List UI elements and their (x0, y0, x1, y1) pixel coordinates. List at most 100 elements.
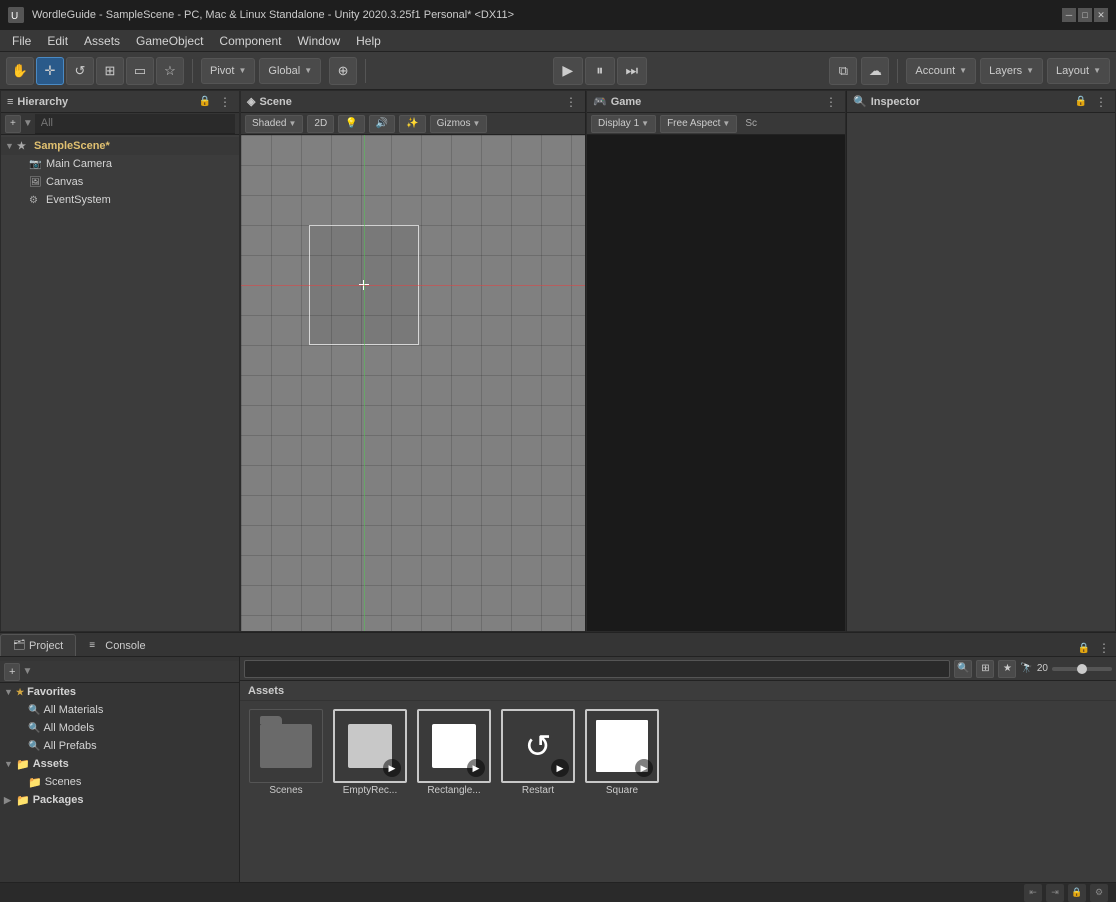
hand-tool-button[interactable]: ✋ (6, 57, 34, 85)
assets-section[interactable]: ▼ 📁 Assets (0, 755, 239, 773)
hierarchy-search-input[interactable] (35, 114, 235, 134)
v-axis-line (364, 135, 365, 631)
window-controls[interactable]: ─ □ ✕ (1062, 8, 1108, 22)
rotate-tool-button[interactable]: ↺ (66, 57, 94, 85)
status-collapse-icon[interactable]: ⇤ (1024, 884, 1042, 902)
multi-tool-button[interactable]: ☆ (156, 57, 184, 85)
snap-button[interactable]: ⊕ (329, 57, 357, 85)
hierarchy-item-eventsystem[interactable]: ⚙ EventSystem (1, 191, 239, 209)
inspector-panel-actions: 🔒 ⋮ (1073, 94, 1109, 110)
account-label: Account (915, 65, 955, 77)
game-icon: 🎮 (593, 95, 607, 108)
menu-gameobject[interactable]: GameObject (128, 32, 211, 50)
scene-game-row: ◈ Scene ⋮ Shaded ▼ 2D 💡 🔊 (240, 90, 846, 632)
project-search-button[interactable]: 🔍 (954, 660, 972, 678)
collab-button[interactable]: ⧉ (829, 57, 857, 85)
hierarchy-add-arrow[interactable]: ▼ (23, 118, 33, 129)
inspector-lock-button[interactable]: 🔒 (1073, 94, 1089, 110)
hierarchy-item-canvas[interactable]: 🖼 Canvas (1, 173, 239, 191)
scale-tool-button[interactable]: ⊞ (96, 57, 124, 85)
emptyrec-play-icon: ▶ (383, 759, 401, 777)
scene-gizmos-button[interactable]: Gizmos ▼ (430, 115, 488, 133)
menu-file[interactable]: File (4, 32, 39, 50)
project-add-button[interactable]: + (4, 663, 20, 681)
close-button[interactable]: ✕ (1094, 8, 1108, 22)
global-dropdown[interactable]: Global ▼ (259, 58, 321, 84)
scene-audio-button[interactable]: 🔊 (369, 115, 395, 133)
title-bar: U WordleGuide - SampleScene - PC, Mac & … (0, 0, 1116, 30)
status-lock-icon[interactable]: 🔒 (1068, 884, 1086, 902)
eventsystem-icon: ⚙ (29, 195, 43, 206)
packages-section[interactable]: ▶ 📁 Packages (0, 791, 239, 809)
scene-title: Scene (259, 96, 291, 108)
scene-view[interactable] (241, 135, 585, 631)
zoom-slider (1052, 667, 1112, 671)
layout-dropdown[interactable]: Layout ▼ (1047, 58, 1110, 84)
project-search-input[interactable] (244, 660, 950, 678)
menu-help[interactable]: Help (348, 32, 389, 50)
aspect-label: Free Aspect (667, 118, 720, 129)
scene-menu-button[interactable]: ⋮ (563, 94, 579, 110)
asset-scenes-folder[interactable]: Scenes (248, 709, 324, 797)
hierarchy-lock-button[interactable]: 🔒 (197, 94, 213, 110)
layout-chevron: ▼ (1093, 66, 1101, 75)
all-prefabs-label: All Prefabs (43, 740, 96, 752)
project-filter-button[interactable]: ⊞ (976, 660, 994, 678)
status-settings-icon[interactable]: ⚙ (1090, 884, 1108, 902)
inspector-menu-button[interactable]: ⋮ (1093, 94, 1109, 110)
project-add-arrow[interactable]: ▼ (22, 666, 32, 677)
favorites-all-prefabs[interactable]: 🔍 All Prefabs (0, 737, 239, 755)
favorites-section[interactable]: ▼ ★ Favorites (0, 683, 239, 701)
game-menu-button[interactable]: ⋮ (823, 94, 839, 110)
project-lock-button[interactable]: 🔒 (1076, 640, 1092, 656)
zoom-slider-track[interactable] (1052, 667, 1112, 671)
2d-button[interactable]: 2D (307, 115, 334, 133)
hierarchy-menu-button[interactable]: ⋮ (217, 94, 233, 110)
asset-square[interactable]: ▶ Square (584, 709, 660, 797)
menu-window[interactable]: Window (289, 32, 348, 50)
project-menu-button[interactable]: ⋮ (1096, 640, 1112, 656)
transform-tools: ✋ ✛ ↺ ⊞ ▭ ☆ (6, 57, 184, 85)
play-button[interactable]: ▶ (553, 57, 583, 85)
account-dropdown[interactable]: Account ▼ (906, 58, 976, 84)
move-tool-button[interactable]: ✛ (36, 57, 64, 85)
shading-mode-dropdown[interactable]: Shaded ▼ (245, 115, 303, 133)
separator-3 (897, 59, 898, 83)
game-view[interactable] (587, 135, 845, 631)
asset-restart[interactable]: ↺ ▶ Restart (500, 709, 576, 797)
account-chevron: ▼ (959, 66, 967, 75)
maximize-button[interactable]: □ (1078, 8, 1092, 22)
pause-button[interactable]: ⏸ (585, 57, 615, 85)
assets-main-label: Assets (240, 681, 1116, 701)
step-button[interactable]: ⏭ (617, 57, 647, 85)
hierarchy-add-button[interactable]: + (5, 115, 21, 133)
minimize-button[interactable]: ─ (1062, 8, 1076, 22)
zoom-slider-thumb[interactable] (1077, 664, 1087, 674)
menu-component[interactable]: Component (211, 32, 289, 50)
project-panel: 🗂 Project ≡ Console 🔒 ⋮ + ▼ ▼ ★ (0, 633, 1116, 882)
sidebar-scenes-folder[interactable]: 📁 Scenes (0, 773, 239, 791)
menu-assets[interactable]: Assets (76, 32, 128, 50)
status-expand-icon[interactable]: ⇥ (1046, 884, 1064, 902)
layers-dropdown[interactable]: Layers ▼ (980, 58, 1043, 84)
scene-fx-button[interactable]: ✨ (399, 115, 425, 133)
project-star-button[interactable]: ★ (998, 660, 1016, 678)
all-models-label: All Models (43, 722, 94, 734)
toolbar: ✋ ✛ ↺ ⊞ ▭ ☆ Pivot ▼ Global ▼ ⊕ ▶ ⏸ ⏭ ⧉ ☁… (0, 52, 1116, 90)
rect-tool-button[interactable]: ▭ (126, 57, 154, 85)
pivot-dropdown[interactable]: Pivot ▼ (201, 58, 255, 84)
hierarchy-content: ▼ ★ SampleScene* 📷 Main Camera 🖼 Canvas … (1, 135, 239, 631)
cloud-button[interactable]: ☁ (861, 57, 889, 85)
hierarchy-item-main-camera[interactable]: 📷 Main Camera (1, 155, 239, 173)
tab-console[interactable]: ≡ Console (76, 634, 158, 656)
aspect-dropdown[interactable]: Free Aspect ▼ (660, 115, 737, 133)
tab-project[interactable]: 🗂 Project (0, 634, 76, 656)
menu-edit[interactable]: Edit (39, 32, 76, 50)
display-dropdown[interactable]: Display 1 ▼ (591, 115, 656, 133)
favorites-all-models[interactable]: 🔍 All Models (0, 719, 239, 737)
scene-light-button[interactable]: 💡 (338, 115, 364, 133)
asset-rectangle[interactable]: ▶ Rectangle... (416, 709, 492, 797)
favorites-all-materials[interactable]: 🔍 All Materials (0, 701, 239, 719)
hierarchy-scene-root[interactable]: ▼ ★ SampleScene* (1, 137, 239, 155)
asset-emptyrec[interactable]: ▶ EmptyRec... (332, 709, 408, 797)
